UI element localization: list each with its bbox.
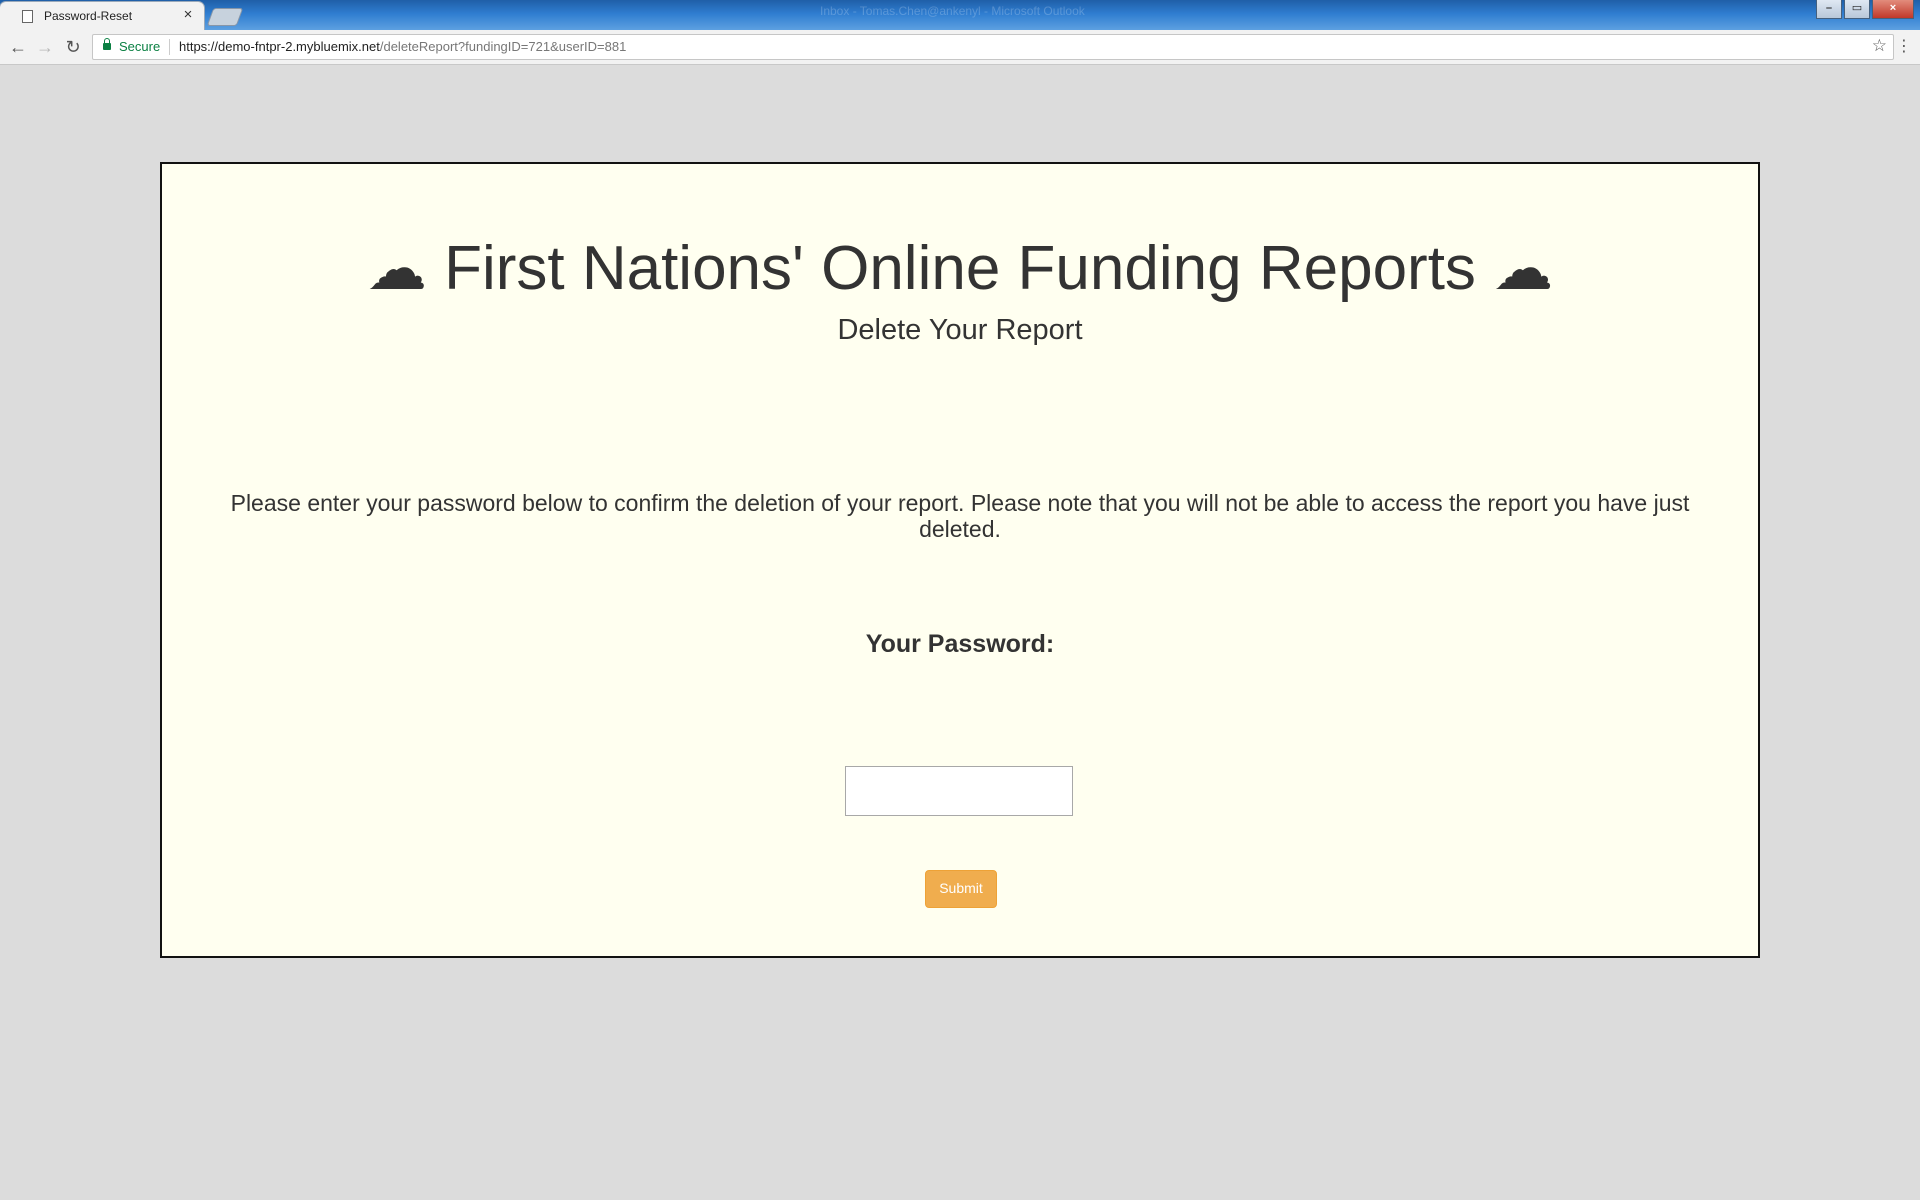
tab-title: Password-Reset bbox=[44, 9, 133, 23]
new-tab-button[interactable] bbox=[206, 8, 244, 26]
secure-label: Secure bbox=[119, 39, 161, 54]
tab-close-icon[interactable]: × bbox=[180, 6, 196, 24]
maximize-button[interactable]: ▭ bbox=[1844, 0, 1870, 19]
instructions-text: Please enter your password below to conf… bbox=[230, 490, 1690, 542]
minimize-button[interactable]: ⎯ bbox=[1816, 0, 1842, 19]
forward-icon[interactable]: → bbox=[33, 35, 57, 59]
submit-button[interactable]: Submit bbox=[925, 870, 997, 908]
browser-titlebar: Password-Reset × Inbox - Tomas.Chen@anke… bbox=[0, 0, 1920, 30]
url-host: https://demo-fntpr-2.mybluemix.net bbox=[179, 39, 380, 54]
page-title-text: First Nations' Online Funding Reports bbox=[444, 234, 1476, 303]
address-bar[interactable]: Secure https://demo-fntpr-2.mybluemix.ne… bbox=[92, 34, 1894, 60]
omnibox-divider bbox=[169, 39, 170, 55]
report-panel: ☁ First Nations' Online Funding Reports … bbox=[160, 162, 1760, 958]
page-icon bbox=[22, 10, 33, 23]
browser-menu-icon[interactable]: ⋮ bbox=[1894, 35, 1914, 59]
url-path: /deleteReport?fundingID=721&userID=881 bbox=[379, 39, 627, 54]
close-window-button[interactable]: × bbox=[1872, 0, 1914, 19]
cloud-icon: ☁ bbox=[1493, 234, 1554, 304]
reload-icon[interactable]: ↻ bbox=[61, 35, 85, 59]
lock-icon bbox=[103, 38, 111, 50]
window-title: Inbox - Tomas.Chen@ankenyl - Microsoft O… bbox=[820, 4, 1085, 18]
password-label: Your Password: bbox=[865, 630, 1055, 658]
browser-toolbar: ← → ↻ Secure https://demo-fntpr-2.myblue… bbox=[0, 30, 1920, 65]
url-text[interactable]: https://demo-fntpr-2.mybluemix.net/delet… bbox=[179, 39, 626, 54]
bookmark-star-icon[interactable]: ☆ bbox=[1872, 36, 1887, 56]
page-title: ☁ First Nations' Online Funding Reports … bbox=[162, 232, 1758, 306]
page-subtitle: Delete Your Report bbox=[837, 314, 1083, 346]
password-input[interactable] bbox=[845, 766, 1073, 816]
tab-password-reset[interactable]: Password-Reset × bbox=[0, 2, 204, 30]
window-controls: ⎯ ▭ × bbox=[1816, 0, 1914, 19]
back-icon[interactable]: ← bbox=[6, 35, 30, 59]
cloud-icon: ☁ bbox=[366, 234, 427, 304]
